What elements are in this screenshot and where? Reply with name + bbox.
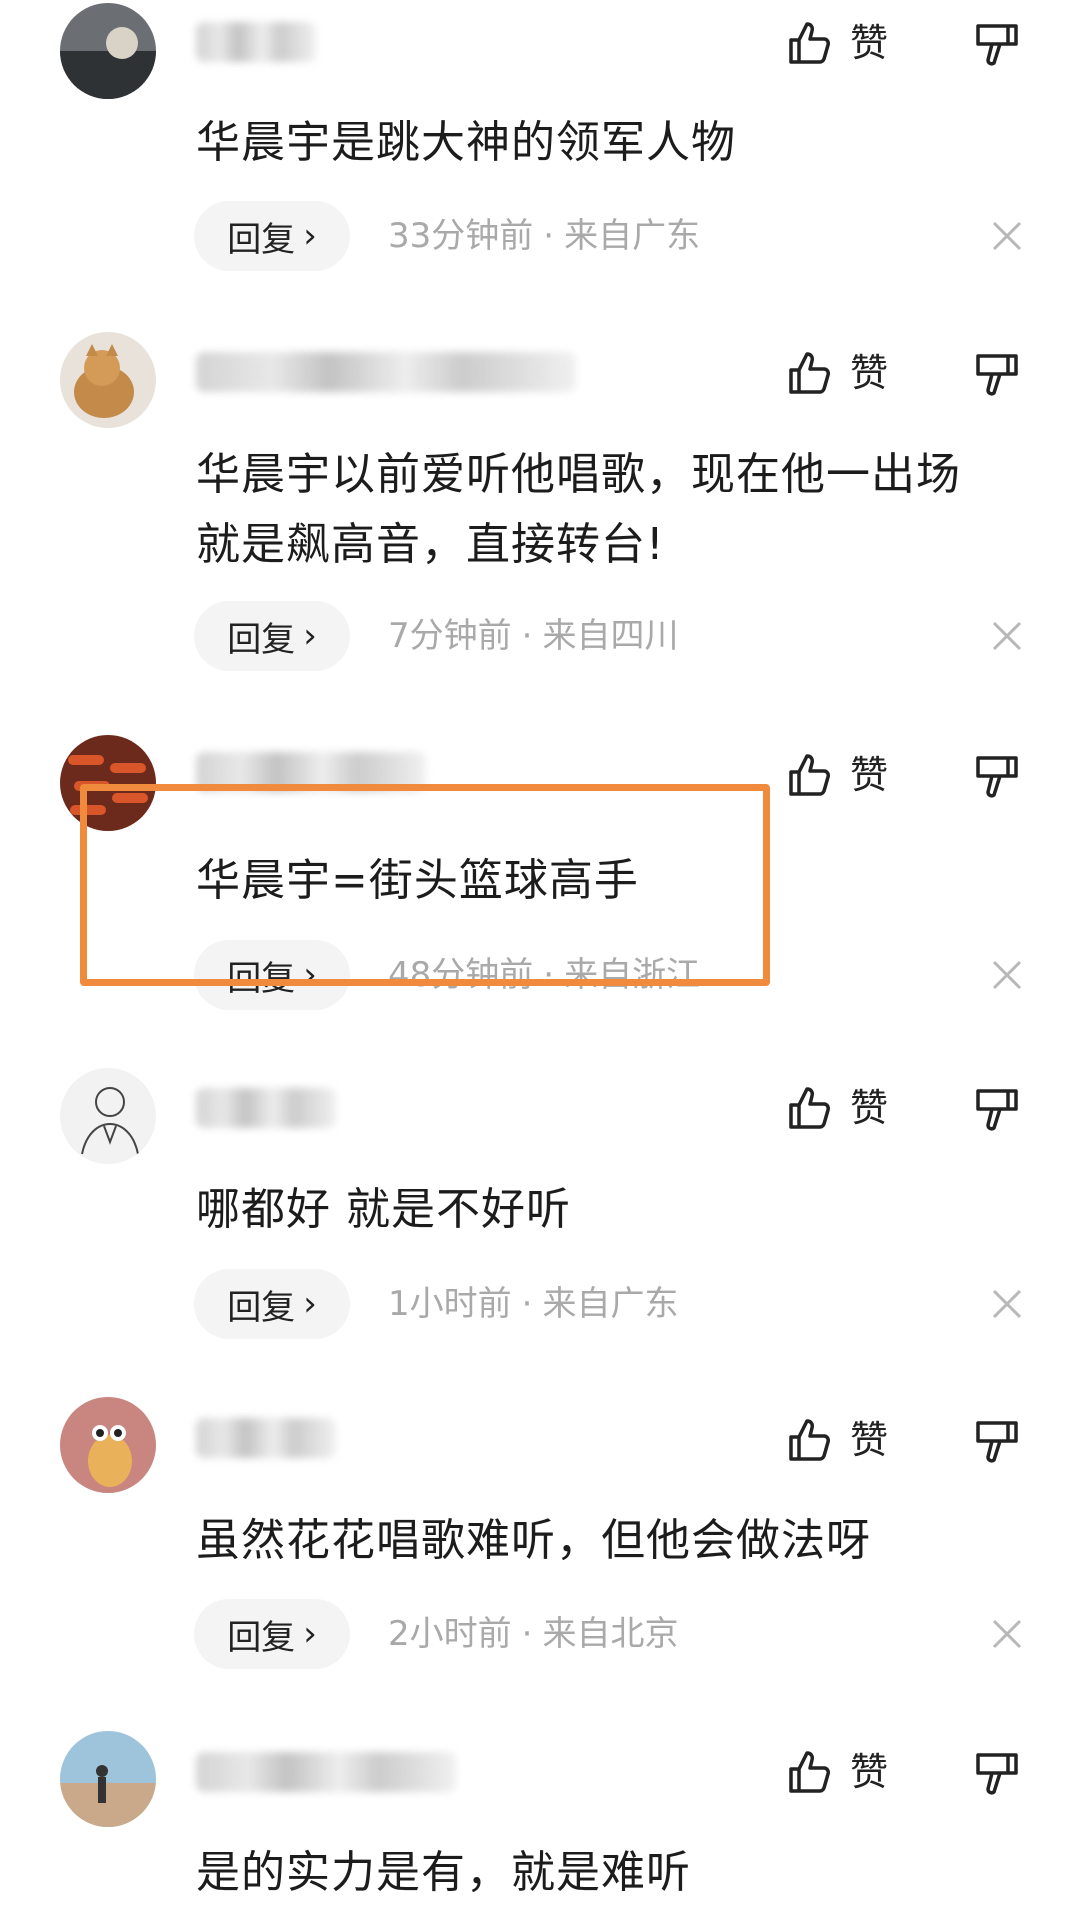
- separator-dot: ·: [521, 1284, 533, 1324]
- comment-text: 虽然花花唱歌难听，但他会做法呀: [196, 1506, 1036, 1576]
- comment-location: 来自广东: [542, 1284, 679, 1324]
- reply-button[interactable]: 回复 ›: [194, 201, 350, 271]
- comment-line: 就是飙高音，直接转台!: [196, 519, 665, 570]
- separator-dot: ·: [521, 1614, 533, 1654]
- thumbs-down-icon[interactable]: [972, 350, 1022, 400]
- close-icon[interactable]: [990, 1287, 1024, 1321]
- username-redacted[interactable]: [196, 22, 316, 62]
- chevron-right-icon: ›: [303, 616, 317, 656]
- chevron-right-icon: ›: [303, 1614, 317, 1654]
- like-label[interactable]: 赞: [850, 750, 888, 800]
- comment-line: 虽然花花唱歌难听，但他会做法呀: [196, 1515, 871, 1566]
- avatar[interactable]: [60, 332, 156, 428]
- avatar[interactable]: [60, 3, 156, 99]
- comment-line: 是的实力是有，就是难听: [196, 1847, 691, 1898]
- comment-location: 来自四川: [542, 616, 679, 656]
- close-icon[interactable]: [990, 958, 1024, 992]
- comment-time: 7分钟前: [388, 616, 512, 656]
- comment-meta: 2小时前 · 来自北京: [388, 1599, 678, 1669]
- username-redacted[interactable]: [196, 1418, 336, 1458]
- reply-button[interactable]: 回复 ›: [194, 1269, 350, 1339]
- comment-time: 2小时前: [388, 1614, 512, 1654]
- thumbs-up-icon[interactable]: [785, 1415, 835, 1465]
- close-icon[interactable]: [990, 1617, 1024, 1651]
- comment-time: 33分钟前: [388, 216, 534, 256]
- like-label[interactable]: 赞: [850, 348, 888, 398]
- comment-time: 1小时前: [388, 1284, 512, 1324]
- thumbs-down-icon[interactable]: [972, 1417, 1022, 1467]
- thumbs-up-icon[interactable]: [785, 18, 835, 68]
- reply-label[interactable]: 回复: [227, 212, 295, 261]
- comment-meta: 7分钟前 · 来自四川: [388, 601, 678, 671]
- comment-line: 哪都好 就是不好听: [196, 1184, 571, 1235]
- comment-location: 来自北京: [542, 1614, 679, 1654]
- comment-location: 来自广东: [564, 216, 701, 256]
- like-label[interactable]: 赞: [850, 1083, 888, 1133]
- reply-button[interactable]: 回复 ›: [194, 1599, 350, 1669]
- thumbs-up-icon[interactable]: [785, 1083, 835, 1133]
- separator-dot: ·: [543, 216, 555, 256]
- username-redacted[interactable]: [196, 1752, 456, 1792]
- reply-button[interactable]: 回复 ›: [194, 601, 350, 671]
- username-redacted[interactable]: [196, 352, 576, 392]
- thumbs-up-icon[interactable]: [785, 750, 835, 800]
- comment-text: 哪都好 就是不好听: [196, 1175, 1036, 1245]
- avatar[interactable]: [60, 1068, 156, 1164]
- close-icon[interactable]: [990, 219, 1024, 253]
- comment-text: 是的实力是有，就是难听: [196, 1838, 1036, 1908]
- thumbs-down-icon[interactable]: [972, 752, 1022, 802]
- thumbs-up-icon[interactable]: [785, 1747, 835, 1797]
- thumbs-up-icon[interactable]: [785, 348, 835, 398]
- thumbs-down-icon[interactable]: [972, 1085, 1022, 1135]
- username-redacted[interactable]: [196, 1088, 336, 1128]
- like-label[interactable]: 赞: [850, 18, 888, 68]
- comment-line: 华晨宇是跳大神的领军人物: [196, 117, 736, 168]
- close-icon[interactable]: [990, 619, 1024, 653]
- separator-dot: ·: [521, 616, 533, 656]
- like-label[interactable]: 赞: [850, 1747, 888, 1797]
- thumbs-down-icon[interactable]: [972, 1749, 1022, 1799]
- chevron-right-icon: ›: [303, 216, 317, 256]
- thumbs-down-icon[interactable]: [972, 20, 1022, 70]
- reply-label[interactable]: 回复: [227, 1280, 295, 1329]
- like-label[interactable]: 赞: [850, 1415, 888, 1465]
- avatar[interactable]: [60, 1731, 156, 1827]
- comment-line: 华晨宇以前爱听他唱歌，现在他一出场: [196, 449, 961, 500]
- comment-meta: 33分钟前 · 来自广东: [388, 201, 700, 271]
- comment-text: 华晨宇是跳大神的领军人物: [196, 108, 1036, 178]
- avatar[interactable]: [60, 1397, 156, 1493]
- reply-label[interactable]: 回复: [227, 1610, 295, 1659]
- chevron-right-icon: ›: [303, 1284, 317, 1324]
- reply-label[interactable]: 回复: [227, 612, 295, 661]
- highlight-annotation-box: [80, 784, 770, 986]
- comment-meta: 1小时前 · 来自广东: [388, 1269, 678, 1339]
- comment-text: 华晨宇以前爱听他唱歌，现在他一出场 就是飙高音，直接转台!: [196, 440, 1036, 580]
